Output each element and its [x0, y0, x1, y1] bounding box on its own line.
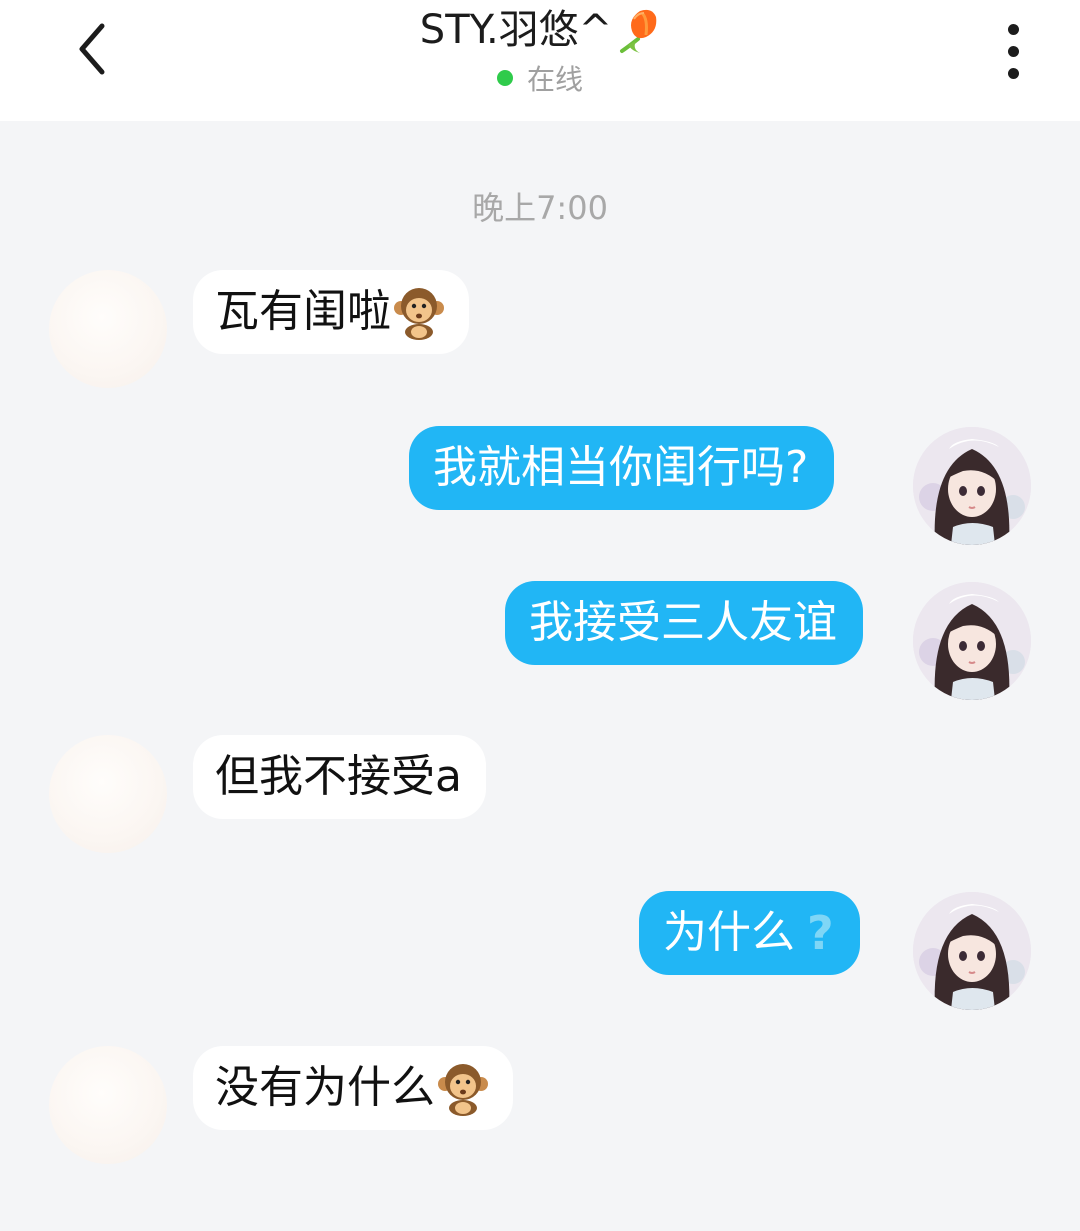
- contact-avatar[interactable]: [49, 735, 167, 853]
- chat-screen: STY.羽悠^ 在线 晚上7:00 瓦有闺啦 我就相当你闺行吗? 我接受三人友谊…: [0, 0, 1080, 1231]
- more-dot-icon: [1007, 68, 1019, 79]
- question-mark-icon: ?: [807, 906, 834, 960]
- more-options-button[interactable]: [996, 20, 1030, 84]
- user-avatar[interactable]: [913, 582, 1031, 700]
- incoming-message[interactable]: 但我不接受a: [193, 735, 486, 819]
- message-text: 没有为什么: [215, 1062, 435, 1113]
- contact-name-text: STY.羽悠^: [419, 7, 613, 53]
- outgoing-message[interactable]: 我接受三人友谊: [505, 581, 863, 665]
- chat-header: STY.羽悠^ 在线: [0, 0, 1080, 121]
- girl-avatar-icon: [913, 892, 1031, 1010]
- message-text: 但我不接受a: [215, 751, 462, 802]
- online-status-text: 在线: [526, 63, 583, 96]
- contact-name[interactable]: STY.羽悠^: [420, 4, 660, 56]
- monkey-icon: [394, 288, 444, 340]
- message-text: 我就相当你闺行吗?: [433, 442, 809, 493]
- incoming-message[interactable]: 瓦有闺啦: [193, 270, 469, 354]
- monkey-icon: [438, 1064, 488, 1116]
- tulip-icon: [620, 9, 657, 53]
- online-dot-icon: [496, 70, 513, 86]
- incoming-message[interactable]: 没有为什么: [193, 1046, 513, 1130]
- more-dot-icon: [1007, 46, 1019, 57]
- contact-avatar[interactable]: [49, 1046, 167, 1164]
- online-status: 在线: [0, 58, 1080, 98]
- user-avatar[interactable]: [913, 427, 1031, 545]
- more-dot-icon: [1007, 24, 1019, 35]
- outgoing-message[interactable]: 我就相当你闺行吗?: [409, 426, 835, 510]
- message-text: 我接受三人友谊: [529, 597, 837, 648]
- message-text: 为什么: [663, 907, 795, 958]
- user-avatar[interactable]: [913, 892, 1031, 1010]
- girl-avatar-icon: [913, 582, 1031, 700]
- girl-avatar-icon: [913, 427, 1031, 545]
- message-text: 瓦有闺啦: [215, 286, 391, 337]
- contact-avatar[interactable]: [49, 270, 167, 388]
- message-timestamp: 晚上7:00: [472, 189, 608, 227]
- outgoing-message[interactable]: 为什么 ?: [639, 891, 860, 975]
